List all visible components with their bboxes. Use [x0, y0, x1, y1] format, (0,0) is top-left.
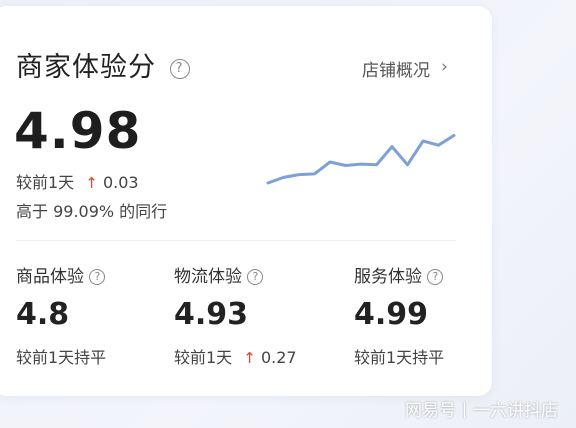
help-icon[interactable]: ? [169, 59, 190, 79]
help-icon[interactable]: ? [89, 269, 106, 285]
metric-service: 服务体验 ? 4.99 较前1天持平 [354, 262, 444, 368]
store-overview-link[interactable]: 店铺概况 [362, 56, 430, 81]
chevron-right-icon[interactable]: › [441, 57, 448, 77]
metric-value: 4.8 [16, 297, 70, 332]
metric-product: 商品体验 ? 4.8 较前1天持平 [16, 262, 106, 368]
title-text: 商家体验分 [16, 52, 156, 83]
help-icon[interactable]: ? [247, 269, 264, 285]
metric-title: 商品体验 ? [16, 262, 106, 287]
metric-compare-row: 较前1天 ↑ 0.27 [174, 348, 297, 367]
trend-sparkline [266, 133, 456, 185]
metric-value: 4.99 [354, 297, 429, 332]
metric-logistics: 物流体验 ? 4.93 较前1天 ↑ 0.27 [174, 262, 297, 368]
metric-title: 服务体验 ? [354, 262, 444, 287]
overall-change-row: 较前1天 ↑ 0.03 [16, 169, 139, 193]
divider [16, 240, 456, 241]
page-title: 商家体验分 ? [16, 50, 190, 86]
trend-line [266, 133, 456, 185]
arrow-up-icon: ↑ [85, 174, 98, 192]
overall-score: 4.98 [14, 102, 142, 160]
help-icon[interactable]: ? [427, 269, 444, 285]
metric-value: 4.93 [174, 297, 249, 332]
arrow-up-icon: ↑ [243, 349, 256, 367]
rank-text: 高于 99.09% 的同行 [16, 202, 168, 221]
change-value: 0.03 [102, 173, 139, 192]
watermark: 网易号 一六讲抖店 [405, 401, 558, 421]
experience-score-card: 商家体验分 ? 店铺概况 › 4.98 较前1天 ↑ 0.03 高于 99.09… [0, 6, 492, 396]
watermark-separator [464, 402, 465, 418]
metric-compare: 较前1天持平 [354, 348, 445, 367]
metric-title: 物流体验 ? [174, 262, 297, 287]
compare-label: 较前1天 [16, 173, 75, 192]
metric-compare: 较前1天持平 [16, 348, 107, 367]
